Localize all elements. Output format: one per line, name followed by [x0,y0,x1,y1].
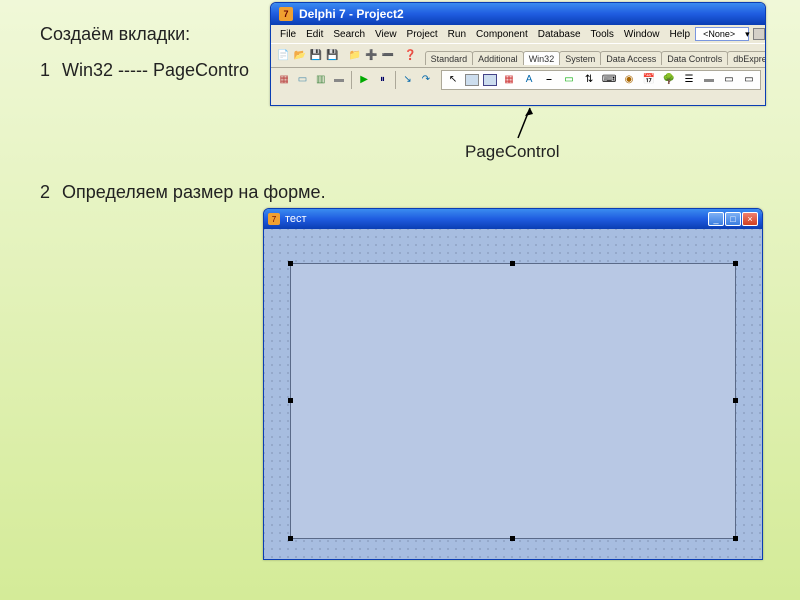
resize-handle-mid-right[interactable] [733,398,738,403]
arrow-annotation [514,108,534,142]
desktop-combo-value: <None> [698,29,740,39]
treeview-icon[interactable]: 🌳 [661,72,677,88]
richedit-icon[interactable]: A [521,72,537,88]
listview-icon[interactable]: ☰ [681,72,697,88]
minimize-button[interactable]: _ [708,212,724,226]
menu-search[interactable]: Search [328,29,370,40]
menu-window[interactable]: Window [619,29,665,40]
save-desktop-icon[interactable] [753,28,765,40]
delphi-ide-window: 7 Delphi 7 - Project2 File Edit Search V… [270,2,766,106]
ide-toolbar-row2: ▦ ▭ ▥ ▬ ▶ ⏸ ↘ ↷ ↖ ▦ A ⎯ ▭ ⇅ ⌨ ◉ 📅 🌳 ☰ ▬ … [271,67,765,91]
component-palette-tabs: Standard Additional Win32 System Data Ac… [425,47,766,65]
toolbar-icon[interactable]: ▭ [721,72,737,88]
window-buttons: _ □ × [708,212,758,226]
statusbar-icon[interactable]: ▬ [701,72,717,88]
new-form-icon[interactable]: ▬ [331,71,347,89]
open-project-icon[interactable]: 📁 [348,47,362,65]
tab-win32[interactable]: Win32 [523,51,561,65]
menu-help[interactable]: Help [664,29,695,40]
progressbar-icon[interactable]: ▭ [561,72,577,88]
list-text-1: Win32 ----- PageContro [62,60,249,81]
run-icon[interactable]: ▶ [356,71,372,89]
desktop-combo[interactable]: <None> ▾ [695,27,749,41]
datetimepicker-icon[interactable]: 📅 [641,72,657,88]
menu-edit[interactable]: Edit [301,29,328,40]
heading-text: Создаём вкладки: [40,24,190,45]
pagecontrol-component[interactable] [290,263,736,539]
menu-project[interactable]: Project [402,29,443,40]
maximize-button[interactable]: □ [725,212,741,226]
desktop-buttons [753,28,766,40]
form-designer-window: 7 тест _ □ × [263,208,763,560]
tab-data-access[interactable]: Data Access [600,51,662,65]
tab-system[interactable]: System [559,51,601,65]
component-palette: ↖ ▦ A ⎯ ▭ ⇅ ⌨ ◉ 📅 🌳 ☰ ▬ ▭ ▭ [441,70,761,90]
form-designer-surface[interactable] [264,229,762,559]
open-icon[interactable]: 📂 [292,47,306,65]
toolbar-separator [351,71,352,89]
step-over-icon[interactable]: ↷ [418,71,434,89]
pagecontrol-caption: PageControl [465,142,560,162]
menu-view[interactable]: View [370,29,402,40]
pause-icon[interactable]: ⏸ [374,71,390,89]
tabcontrol-icon[interactable] [465,74,479,86]
tab-dbexpress[interactable]: dbExpress [727,51,766,65]
menu-database[interactable]: Database [533,29,586,40]
imagelist-icon[interactable]: ▦ [501,72,517,88]
menu-tools[interactable]: Tools [586,29,619,40]
list-number-2: 2 [40,182,50,203]
tab-data-controls[interactable]: Data Controls [661,51,728,65]
remove-file-icon[interactable]: ➖ [381,47,395,65]
trackbar-icon[interactable]: ⎯ [541,72,557,88]
help-icon[interactable]: ❓ [403,47,417,65]
form-logo-icon: 7 [268,213,280,225]
resize-handle-top-left[interactable] [288,261,293,266]
pagecontrol-icon[interactable] [483,74,497,86]
saveall-icon[interactable]: 💾 [325,47,339,65]
coolbar-icon[interactable]: ▭ [741,72,757,88]
updown-icon[interactable]: ⇅ [581,72,597,88]
trace-into-icon[interactable]: ↘ [399,71,415,89]
list-text-2: Определяем размер на форме. [62,182,326,203]
animate-icon[interactable]: ◉ [621,72,637,88]
ide-toolbar: 📄 📂 💾 💾 📁 ➕ ➖ ❓ Standard Additional Win3… [271,43,765,67]
delphi-logo-icon: 7 [279,7,293,21]
new-icon[interactable]: 📄 [276,47,290,65]
ide-titlebar[interactable]: 7 Delphi 7 - Project2 [271,3,765,25]
toggle-form-icon[interactable]: ▥ [313,71,329,89]
resize-handle-mid-left[interactable] [288,398,293,403]
cursor-icon[interactable]: ↖ [445,72,461,88]
form-caption: тест [285,213,307,225]
resize-handle-bottom-right[interactable] [733,536,738,541]
add-file-icon[interactable]: ➕ [364,47,378,65]
toolbar-separator [395,71,396,89]
resize-handle-top-right[interactable] [733,261,738,266]
hotkey-icon[interactable]: ⌨ [601,72,617,88]
resize-handle-top-mid[interactable] [510,261,515,266]
menu-file[interactable]: File [275,29,301,40]
resize-handle-bottom-left[interactable] [288,536,293,541]
tab-standard[interactable]: Standard [425,51,474,65]
view-form-icon[interactable]: ▭ [294,71,310,89]
menu-component[interactable]: Component [471,29,533,40]
view-unit-icon[interactable]: ▦ [276,71,292,89]
close-button[interactable]: × [742,212,758,226]
form-titlebar[interactable]: 7 тест _ □ × [264,209,762,229]
tab-additional[interactable]: Additional [472,51,524,65]
resize-handle-bottom-mid[interactable] [510,536,515,541]
ide-title-text: Delphi 7 - Project2 [299,7,404,21]
list-number-1: 1 [40,60,50,81]
save-icon[interactable]: 💾 [309,47,323,65]
ide-menubar: File Edit Search View Project Run Compon… [271,25,765,43]
menu-run[interactable]: Run [443,29,471,40]
